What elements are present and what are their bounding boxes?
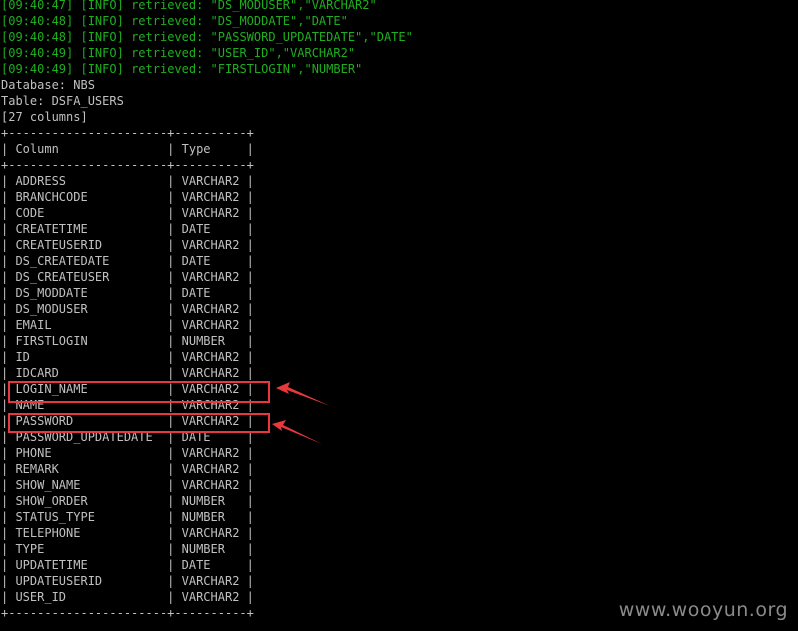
table-row: | TYPE | NUMBER | [1,542,254,556]
columns-count-line: [27 columns] [1,110,88,124]
arrow-icon [272,420,322,444]
table-row: | EMAIL | VARCHAR2 | [1,318,254,332]
database-line: Database: NBS [1,78,95,92]
table-row: | CREATETIME | DATE | [1,222,254,236]
arrow-icon [276,382,330,406]
table-row: | DS_CREATEDATE | DATE | [1,254,254,268]
table-name-line: Table: DSFA_USERS [1,94,124,108]
log-line: [09:40:49] [INFO] retrieved: "FIRSTLOGIN… [1,62,363,76]
table-row: | DS_CREATEUSER | VARCHAR2 | [1,270,254,284]
table-row: | ADDRESS | VARCHAR2 | [1,174,254,188]
password-highlight-box [8,413,270,433]
table-row: | CODE | VARCHAR2 | [1,206,254,220]
table-row: | CREATEUSERID | VARCHAR2 | [1,238,254,252]
log-line: [09:40:49] [INFO] retrieved: "USER_ID","… [1,46,356,60]
table-row: | BRANCHCODE | VARCHAR2 | [1,190,254,204]
table-row: | DS_MODDATE | DATE | [1,286,254,300]
terminal-output: [09:40:47] [INFO] retrieved: "DS_MODUSER… [1,0,797,621]
table-row: | FIRSTLOGIN | NUMBER | [1,334,254,348]
table-row: | ID | VARCHAR2 | [1,350,254,364]
table-row: | STATUS_TYPE | NUMBER | [1,510,254,524]
table-row: | IDCARD | VARCHAR2 | [1,366,254,380]
table-border-top: +----------------------+----------+ [1,126,254,140]
watermark: www.wooyun.org [618,599,788,621]
table-row: | REMARK | VARCHAR2 | [1,462,254,476]
table-row: | SHOW_ORDER | NUMBER | [1,494,254,508]
table-row: | TELEPHONE | VARCHAR2 | [1,526,254,540]
table-row: | UPDATETIME | DATE | [1,558,254,572]
table-row: | DS_MODUSER | VARCHAR2 | [1,302,254,316]
log-line: [09:40:48] [INFO] retrieved: "PASSWORD_U… [1,30,413,44]
table-header: | Column | Type | [1,142,254,156]
log-line: [09:40:47] [INFO] retrieved: "DS_MODUSER… [1,0,377,12]
table-row: | PHONE | VARCHAR2 | [1,446,254,460]
table-row: | UPDATEUSERID | VARCHAR2 | [1,574,254,588]
log-line: [09:40:48] [INFO] retrieved: "DS_MODDATE… [1,14,348,28]
login-name-highlight-box [8,381,270,403]
table-border-mid: +----------------------+----------+ [1,158,254,172]
table-row: | SHOW_NAME | VARCHAR2 | [1,478,254,492]
